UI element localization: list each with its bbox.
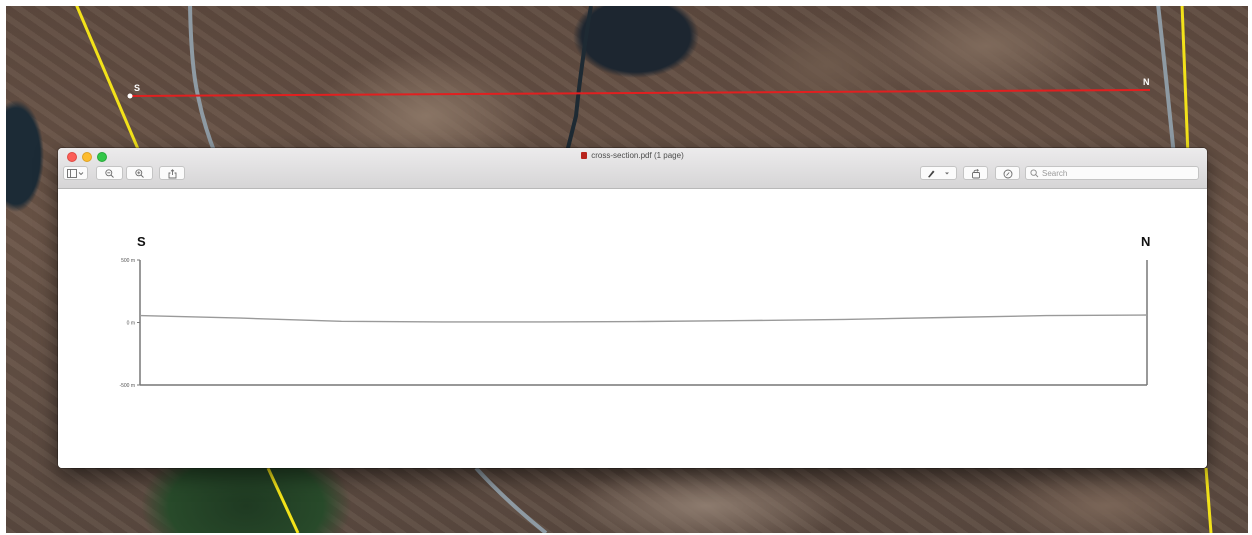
chart-end-label: N	[1141, 234, 1150, 249]
zoom-out-button[interactable]	[96, 166, 123, 180]
search-field[interactable]	[1025, 166, 1199, 180]
chart-start-label: S	[137, 234, 146, 249]
profile-line	[129, 89, 1151, 97]
title-bar[interactable]: cross-section.pdf (1 page)	[58, 148, 1207, 189]
pdf-page: S N 500 m 0 m -500 m	[58, 189, 1207, 468]
road-yellow-1	[75, 6, 143, 157]
search-icon	[1030, 169, 1039, 178]
share-icon	[168, 169, 176, 179]
markup-button[interactable]	[920, 166, 957, 180]
y-tick-label: -500 m	[119, 383, 135, 389]
sidebar-toggle-button[interactable]	[63, 166, 88, 180]
sidebar-icon	[67, 169, 84, 178]
annotate-button[interactable]	[995, 166, 1020, 180]
zoom-in-icon	[135, 169, 144, 178]
road-grey-1	[188, 6, 218, 157]
pen-icon	[927, 170, 949, 178]
road-grey-2	[1156, 6, 1176, 157]
river	[564, 6, 593, 157]
road-yellow-3	[1180, 6, 1190, 157]
road-yellow-4	[1204, 467, 1213, 533]
road-grey-3	[474, 466, 548, 533]
map-label-end: N	[1143, 77, 1150, 87]
document-title-text: cross-section.pdf (1 page)	[591, 151, 684, 160]
search-input[interactable]	[1042, 167, 1192, 179]
cross-section-chart: S N 500 m 0 m -500 m	[119, 234, 1150, 389]
y-ticks: 500 m 0 m -500 m	[119, 258, 140, 389]
map-label-start: S	[134, 83, 140, 93]
zoom-out-icon	[105, 169, 114, 178]
y-tick-label: 500 m	[121, 258, 135, 264]
preview-window: cross-section.pdf (1 page) Search S N 50…	[58, 148, 1207, 468]
y-tick-label: 0 m	[127, 321, 135, 327]
markup-toolbar-icon	[1003, 169, 1012, 179]
road-yellow-2	[266, 467, 300, 533]
rotate-button[interactable]	[963, 166, 988, 180]
document-title: cross-section.pdf (1 page)	[58, 151, 1207, 160]
zoom-in-button[interactable]	[126, 166, 153, 180]
profile-start-marker	[127, 93, 133, 99]
pdf-icon	[581, 152, 588, 159]
share-button[interactable]	[159, 166, 185, 180]
elevation-profile-line	[139, 314, 1148, 323]
rotate-icon	[971, 169, 980, 179]
